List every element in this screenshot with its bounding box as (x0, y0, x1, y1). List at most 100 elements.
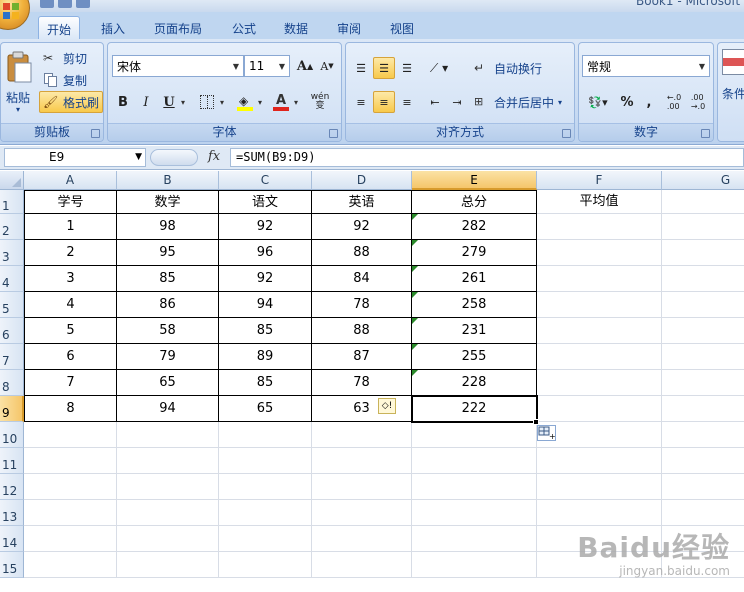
cell-d2[interactable]: 92 (312, 214, 412, 240)
orientation-button[interactable]: ⟋ ▾ (424, 57, 454, 79)
font-dialog-launcher[interactable] (329, 129, 338, 138)
underline-dropdown-icon[interactable]: ▾ (181, 98, 185, 107)
font-size-select[interactable]: 11 ▼ (244, 55, 290, 77)
insert-function-button[interactable]: fx (208, 149, 220, 164)
cell-b11[interactable] (117, 448, 219, 474)
cell-e4[interactable]: 261 (412, 266, 537, 292)
number-format-select[interactable]: 常规 ▼ (582, 55, 710, 77)
cell-g9[interactable] (662, 396, 744, 422)
cell-b10[interactable] (117, 422, 219, 448)
row-header-9[interactable]: 9 (0, 396, 24, 422)
cell-g11[interactable] (662, 448, 744, 474)
align-center-button[interactable]: ≡ (373, 91, 395, 113)
column-header-b[interactable]: B (117, 171, 219, 190)
fill-color-button[interactable]: ◈ (234, 91, 256, 113)
column-header-a[interactable]: A (24, 171, 117, 190)
align-top-button[interactable]: ☰ (350, 57, 372, 79)
row-header-5[interactable]: 5 (0, 292, 24, 318)
cell-c3[interactable]: 96 (219, 240, 312, 266)
cell-e10[interactable] (412, 422, 537, 448)
font-family-select[interactable]: 宋体 ▼ (112, 55, 244, 77)
cell-b2[interactable]: 98 (117, 214, 219, 240)
cell-e7[interactable]: 255 (412, 344, 537, 370)
cell-e9[interactable]: 222 (412, 396, 537, 422)
row-header-4[interactable]: 4 (0, 266, 24, 292)
formula-bar-pill[interactable] (150, 149, 198, 166)
cell-b9[interactable]: 94 (117, 396, 219, 422)
cell-b7[interactable]: 79 (117, 344, 219, 370)
cell-d14[interactable] (312, 526, 412, 552)
cell-f3[interactable] (537, 240, 662, 266)
cell-g8[interactable] (662, 370, 744, 396)
align-middle-button[interactable]: ☰ (373, 57, 395, 79)
row-header-3[interactable]: 3 (0, 240, 24, 266)
copy-button[interactable]: 复制 (43, 69, 87, 91)
cell-d11[interactable] (312, 448, 412, 474)
increase-decimal-button[interactable]: ←.0 .00 (663, 91, 685, 113)
formula-input[interactable]: =SUM(B9:D9) (230, 148, 744, 167)
wrap-text-button[interactable]: ↵ 自动换行 (474, 57, 542, 79)
cell-g10[interactable] (662, 422, 744, 448)
increase-indent-button[interactable]: ⇥ (446, 91, 468, 113)
undo-icon[interactable] (58, 0, 72, 8)
cell-c1[interactable]: 语文 (219, 190, 312, 214)
cell-e1[interactable]: 总分 (412, 190, 537, 214)
row-header-1[interactable]: 1 (0, 190, 24, 214)
cell-a13[interactable] (24, 500, 117, 526)
cell-c7[interactable]: 89 (219, 344, 312, 370)
grow-font-button[interactable]: A ▲ (294, 55, 316, 77)
cell-f7[interactable] (537, 344, 662, 370)
cell-d13[interactable] (312, 500, 412, 526)
column-header-g[interactable]: G (662, 171, 744, 190)
align-left-button[interactable]: ≡ (350, 91, 372, 113)
row-header-12[interactable]: 12 (0, 474, 24, 500)
cell-c9[interactable]: 65 (219, 396, 312, 422)
tab-view[interactable]: 视图 (382, 16, 422, 39)
row-header-2[interactable]: 2 (0, 214, 24, 240)
cell-f5[interactable] (537, 292, 662, 318)
cell-c15[interactable] (219, 552, 312, 578)
cell-c11[interactable] (219, 448, 312, 474)
underline-button[interactable]: U (158, 91, 180, 113)
cell-g3[interactable] (662, 240, 744, 266)
redo-icon[interactable] (76, 0, 90, 8)
fill-color-dropdown-icon[interactable]: ▾ (258, 98, 262, 107)
cell-c6[interactable]: 85 (219, 318, 312, 344)
cell-a4[interactable]: 3 (24, 266, 117, 292)
row-header-15[interactable]: 15 (0, 552, 24, 578)
column-header-e[interactable]: E (412, 171, 537, 190)
cell-e6[interactable]: 231 (412, 318, 537, 344)
cell-d3[interactable]: 88 (312, 240, 412, 266)
cell-d4[interactable]: 84 (312, 266, 412, 292)
tab-insert[interactable]: 插入 (93, 16, 133, 39)
cell-d1[interactable]: 英语 (312, 190, 412, 214)
cell-g2[interactable] (662, 214, 744, 240)
cell-f6[interactable] (537, 318, 662, 344)
shrink-font-button[interactable]: A ▼ (316, 55, 338, 77)
tab-data[interactable]: 数据 (276, 16, 316, 39)
phonetic-guide-button[interactable]: wén 变 (306, 91, 334, 113)
cell-a11[interactable] (24, 448, 117, 474)
cell-a9[interactable]: 8 (24, 396, 117, 422)
cell-a15[interactable] (24, 552, 117, 578)
cell-a6[interactable]: 5 (24, 318, 117, 344)
name-box[interactable]: E9 ▼ (4, 148, 146, 167)
column-header-c[interactable]: C (219, 171, 312, 190)
accounting-format-button[interactable]: 💱▾ (582, 91, 614, 113)
alignment-dialog-launcher[interactable] (562, 129, 571, 138)
font-color-dropdown-icon[interactable]: ▾ (294, 98, 298, 107)
cell-d5[interactable]: 78 (312, 292, 412, 318)
align-right-button[interactable]: ≡ (396, 91, 418, 113)
spreadsheet-grid[interactable]: ABCDEFG 1 2 3 4 5 6 7 8 9 10 11 12 13 14 15 学号 数学 语文 英语 总分… (0, 171, 744, 592)
tab-page-layout[interactable]: 页面布局 (146, 16, 210, 39)
cell-b1[interactable]: 数学 (117, 190, 219, 214)
select-all-button[interactable] (0, 171, 24, 190)
cell-b13[interactable] (117, 500, 219, 526)
cell-e12[interactable] (412, 474, 537, 500)
cell-f12[interactable] (537, 474, 662, 500)
cell-e15[interactable] (412, 552, 537, 578)
cell-e14[interactable] (412, 526, 537, 552)
merge-center-button[interactable]: ⊞ 合并后居中 ▾ (474, 91, 562, 113)
cell-b4[interactable]: 85 (117, 266, 219, 292)
cell-d6[interactable]: 88 (312, 318, 412, 344)
